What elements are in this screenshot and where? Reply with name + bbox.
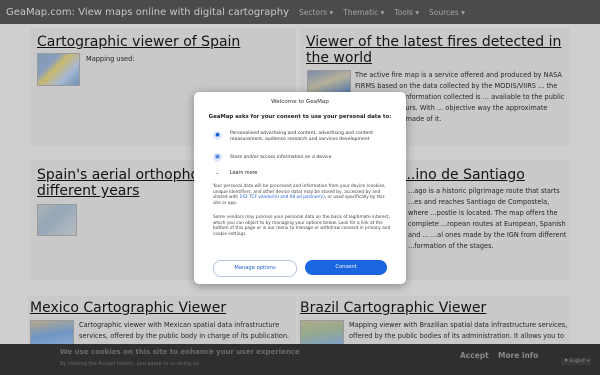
card-spain-viewer-text: Mapping used: bbox=[86, 55, 135, 63]
page: GeaMap.com: View maps online with digita… bbox=[0, 0, 600, 375]
cookie-bar-text: By clicking the Accept button, you agree… bbox=[60, 361, 200, 367]
consent-dialog-title: Welcome to GeaMap bbox=[271, 99, 329, 105]
card-spain-viewer-title[interactable]: Cartographic viewer of Spain bbox=[37, 34, 240, 50]
card-brazil-title[interactable]: Brazil Cartographic Viewer bbox=[300, 300, 486, 316]
more-info-button[interactable]: More info bbox=[498, 351, 538, 360]
card-brazil-text: Mapping viewer with Brazilian spatial da… bbox=[349, 321, 568, 340]
manage-options-button[interactable]: Manage options bbox=[213, 260, 297, 277]
learn-more-toggle[interactable]: ⌄ Learn more bbox=[213, 170, 257, 176]
purpose-device-storage-text: Store and/or access information on a dev… bbox=[230, 155, 332, 160]
nav-sources[interactable]: Sources ▾ bbox=[429, 8, 465, 17]
nav-sectors[interactable]: Sectors ▾ bbox=[299, 8, 333, 17]
nav-thematic[interactable]: Thematic ▾ bbox=[343, 8, 384, 17]
consent-paragraph-1: Your personal data will be processed and… bbox=[213, 184, 386, 206]
consent-paragraph-2: Some vendors may process your personal d… bbox=[213, 215, 391, 237]
card-fires-title-1[interactable]: Viewer of the latest fires detected in bbox=[306, 34, 561, 50]
learn-more-label: Learn more bbox=[230, 170, 258, 176]
card-camino-text: ...ago is a historic pilgrimage route th… bbox=[408, 187, 567, 250]
card-aerial-title-1[interactable]: Spain's aerial orthophot bbox=[37, 167, 205, 183]
card-camino-title[interactable]: ...ino de Santiago bbox=[402, 167, 525, 183]
purpose-personalised-ads: ● Personalised advertising and content, … bbox=[213, 131, 393, 143]
card-fires-title-2[interactable]: the world bbox=[306, 50, 372, 66]
purpose-personalised-ads-text: Personalised advertising and content, ad… bbox=[230, 131, 374, 142]
card-mexico-title[interactable]: Mexico Cartographic Viewer bbox=[30, 300, 226, 316]
cookie-bar: We use cookies on this site to enhance y… bbox=[0, 344, 600, 375]
aerial-map-thumbnail[interactable] bbox=[37, 204, 77, 236]
cookie-bar-title: We use cookies on this site to enhance y… bbox=[60, 348, 300, 356]
top-navbar: GeaMap.com: View maps online with digita… bbox=[0, 0, 600, 24]
consent-button[interactable]: Consent bbox=[305, 260, 387, 275]
card-aerial-title-2[interactable]: different years bbox=[37, 183, 139, 199]
language-selector[interactable]: ⚑ English ▾ bbox=[562, 358, 592, 365]
consent-dialog-ask: GeaMap asks for your consent to use your… bbox=[208, 114, 392, 120]
purpose-device-storage: ▣ Store and/or access information on a d… bbox=[213, 153, 393, 162]
spain-map-thumbnail[interactable] bbox=[37, 53, 80, 86]
device-icon: ▣ bbox=[213, 153, 222, 162]
nav-tools[interactable]: Tools ▾ bbox=[394, 8, 419, 17]
chevron-down-icon: ⌄ bbox=[215, 170, 220, 176]
accept-button[interactable]: Accept bbox=[460, 351, 489, 360]
mexico-map-thumbnail[interactable] bbox=[30, 320, 74, 346]
brazil-map-thumbnail[interactable] bbox=[300, 320, 344, 346]
consent-dialog: Welcome to GeaMap GeaMap asks for your c… bbox=[194, 92, 406, 284]
site-brand[interactable]: GeaMap.com: View maps online with digita… bbox=[6, 7, 289, 18]
vendors-link[interactable]: 142 TCF vendor(s) and 68 ad partner(s) bbox=[240, 195, 325, 200]
person-icon: ● bbox=[213, 131, 222, 140]
